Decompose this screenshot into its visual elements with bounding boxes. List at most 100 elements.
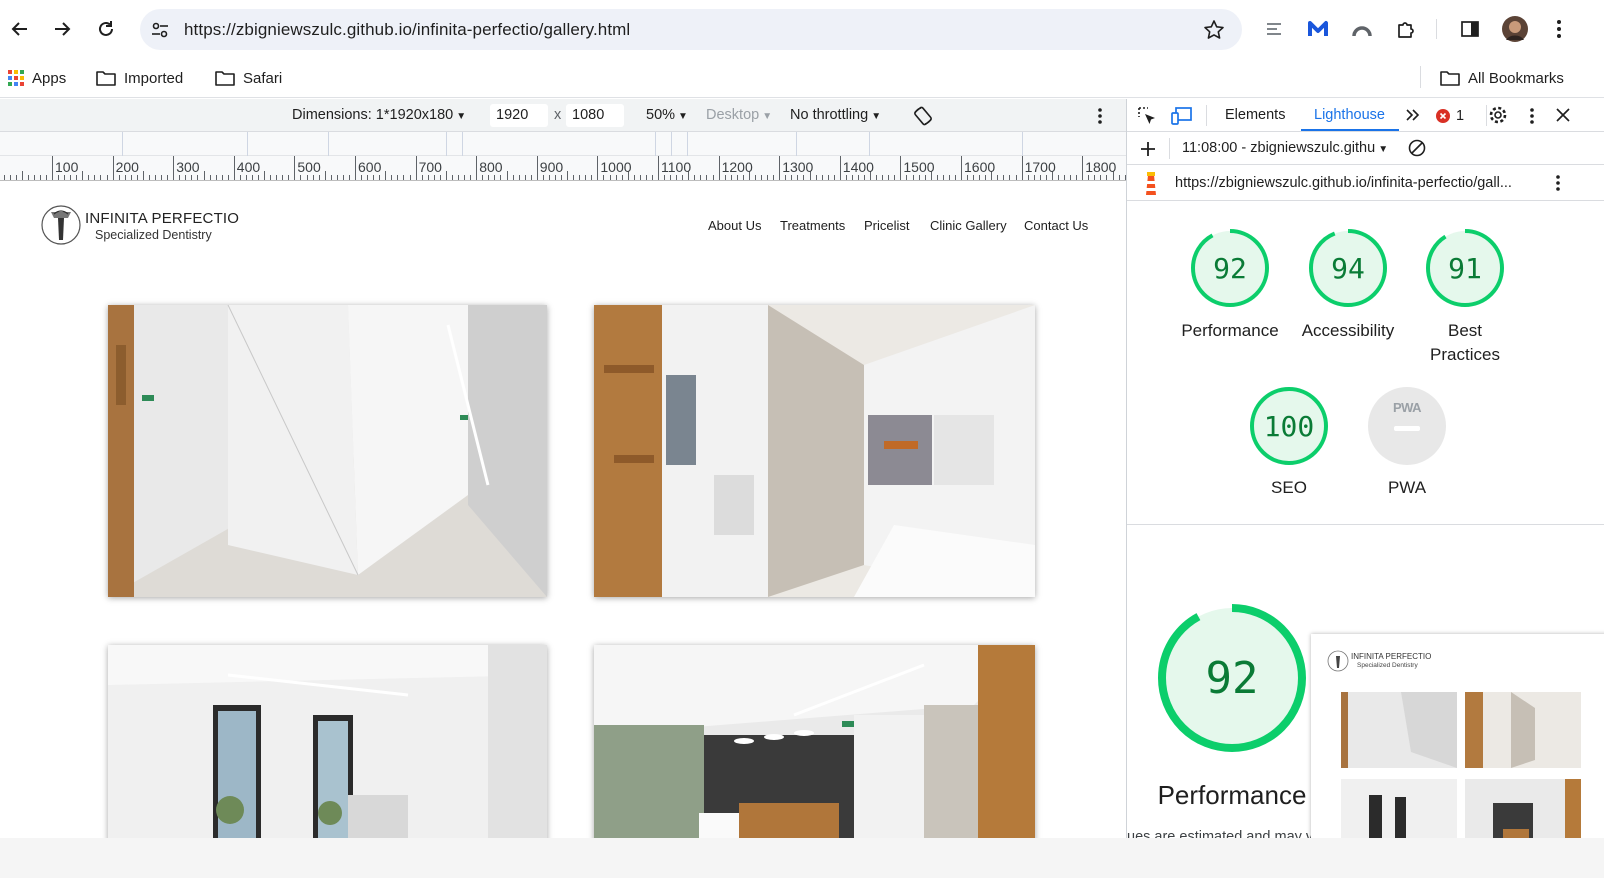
back-button[interactable] (5, 14, 35, 44)
report-selector[interactable]: 11:08:00 - zbigniewszulc.githu ▼ (1182, 140, 1388, 156)
nav-link-about-us[interactable]: About Us (708, 218, 761, 233)
ruler-tick (239, 175, 241, 180)
bookmark-apps[interactable]: Apps (8, 65, 66, 91)
reload-button[interactable] (91, 14, 121, 44)
ruler-tick (712, 175, 714, 180)
side-panel-button[interactable] (1456, 15, 1484, 43)
bookmark-folder-imported[interactable]: Imported (96, 65, 183, 91)
gallery-photo[interactable] (594, 645, 1035, 838)
ruler-tick (845, 175, 847, 180)
extensions-button[interactable] (1392, 15, 1420, 43)
toolbar-divider (1169, 138, 1170, 159)
media-query-marker[interactable] (687, 132, 688, 156)
media-query-bar[interactable] (0, 132, 1126, 156)
plus-icon (1141, 142, 1155, 156)
ruler-tick (1027, 175, 1029, 180)
ruler-tick (148, 175, 150, 180)
media-query-marker[interactable] (247, 132, 248, 156)
url-text[interactable]: https://zbigniewszulc.github.io/infinita… (184, 20, 630, 40)
score-gauge-accessibility[interactable]: 94 (1308, 228, 1388, 308)
ruler-tick (27, 175, 29, 180)
throttling-dropdown[interactable]: No throttling ▼ (790, 107, 881, 123)
profile-avatar[interactable] (1501, 15, 1529, 43)
star-icon[interactable] (1203, 19, 1225, 41)
ruler-tick (803, 175, 805, 180)
report-url[interactable]: https://zbigniewszulc.github.io/infinita… (1175, 175, 1512, 191)
device-type-dropdown[interactable]: Desktop ▼ (706, 107, 772, 123)
folder-icon (96, 71, 116, 86)
ruler-tick (221, 175, 223, 180)
site-logo[interactable] (40, 204, 82, 246)
media-query-marker[interactable] (446, 132, 447, 156)
ruler-tick (512, 175, 514, 180)
media-query-marker[interactable] (1022, 132, 1023, 156)
final-screenshot-thumbnail[interactable]: INFINITA PERFECTIO Specialized Dentistry (1311, 634, 1604, 854)
nav-link-clinic-gallery[interactable]: Clinic Gallery (930, 218, 1007, 233)
width-input[interactable]: 1920 (490, 104, 548, 127)
nav-link-pricelist[interactable]: Pricelist (864, 218, 910, 233)
forward-button[interactable] (47, 14, 77, 44)
gallery-photo[interactable] (108, 645, 547, 838)
clear-reports-button[interactable] (1408, 139, 1426, 157)
report-options-button[interactable] (1555, 174, 1561, 192)
browser-menu-button[interactable] (1545, 15, 1573, 43)
thumb-photo (1465, 692, 1581, 768)
device-mode-icon (1171, 107, 1192, 125)
gallery-photo[interactable] (108, 305, 547, 597)
more-tabs-button[interactable] (1405, 107, 1421, 123)
media-query-marker[interactable] (796, 132, 797, 156)
close-devtools-button[interactable] (1555, 107, 1571, 123)
puzzle-icon (1398, 22, 1414, 38)
ruler-tick (82, 171, 84, 180)
ruler-tick (33, 175, 35, 180)
devtools-menu-button[interactable] (1529, 107, 1535, 125)
ruler-tick (94, 175, 96, 180)
ruler-tick (300, 175, 302, 180)
extension-arc-button[interactable] (1348, 15, 1376, 43)
new-report-button[interactable] (1137, 138, 1159, 160)
ruler-tick (155, 175, 157, 180)
nav-link-contact-us[interactable]: Contact Us (1024, 218, 1088, 233)
media-query-marker[interactable] (671, 132, 672, 156)
ruler-tick (227, 175, 229, 180)
rotate-button[interactable] (912, 105, 934, 127)
ruler-tick (827, 175, 829, 180)
ruler-tick (348, 175, 350, 180)
error-counter[interactable]: 1 (1436, 108, 1464, 124)
ruler-tick (306, 175, 308, 180)
media-query-marker[interactable] (122, 132, 123, 156)
media-query-marker[interactable] (869, 132, 870, 156)
dimensions-dropdown[interactable]: Dimensions: 1*1920x180 ▼ (292, 107, 466, 123)
score-gauge-pwa[interactable]: PWA (1367, 386, 1447, 466)
score-gauge-seo[interactable]: 100 (1249, 386, 1329, 466)
extension-m-button[interactable] (1304, 15, 1332, 43)
ruler-label: 800 (479, 159, 503, 175)
times-sign: x (554, 107, 562, 123)
block-icon (1408, 139, 1426, 157)
score-gauge-best-practices[interactable]: 91 (1425, 228, 1505, 308)
score-gauge-performance[interactable]: 92 (1190, 228, 1270, 308)
device-toolbar-toggle[interactable] (1171, 106, 1193, 126)
height-input[interactable]: 1080 (566, 104, 624, 127)
devtools-settings-button[interactable] (1488, 105, 1508, 125)
inspect-element-button[interactable] (1137, 106, 1157, 126)
zoom-dropdown[interactable]: 50% ▼ (646, 107, 688, 123)
tab-elements[interactable]: Elements (1225, 107, 1285, 123)
media-query-marker[interactable] (462, 132, 463, 156)
brand-name[interactable]: INFINITA PERFECTIO (85, 210, 239, 227)
reading-list-button[interactable] (1260, 15, 1288, 43)
tab-lighthouse[interactable]: Lighthouse (1314, 107, 1385, 123)
reception-image (594, 645, 1035, 838)
doorway-image (594, 305, 1035, 597)
address-bar[interactable]: https://zbigniewszulc.github.io/infinita… (140, 9, 1242, 50)
site-settings-icon[interactable] (150, 20, 170, 40)
ruler-tick (615, 175, 617, 180)
all-bookmarks-button[interactable]: All Bookmarks (1440, 65, 1564, 91)
media-query-marker[interactable] (655, 132, 656, 156)
ruler-tick (942, 175, 944, 180)
bookmark-folder-safari[interactable]: Safari (215, 65, 282, 91)
device-options-button[interactable] (1097, 107, 1103, 125)
gallery-photo[interactable] (594, 305, 1035, 597)
nav-link-treatments[interactable]: Treatments (780, 218, 845, 233)
media-query-marker[interactable] (328, 132, 329, 156)
